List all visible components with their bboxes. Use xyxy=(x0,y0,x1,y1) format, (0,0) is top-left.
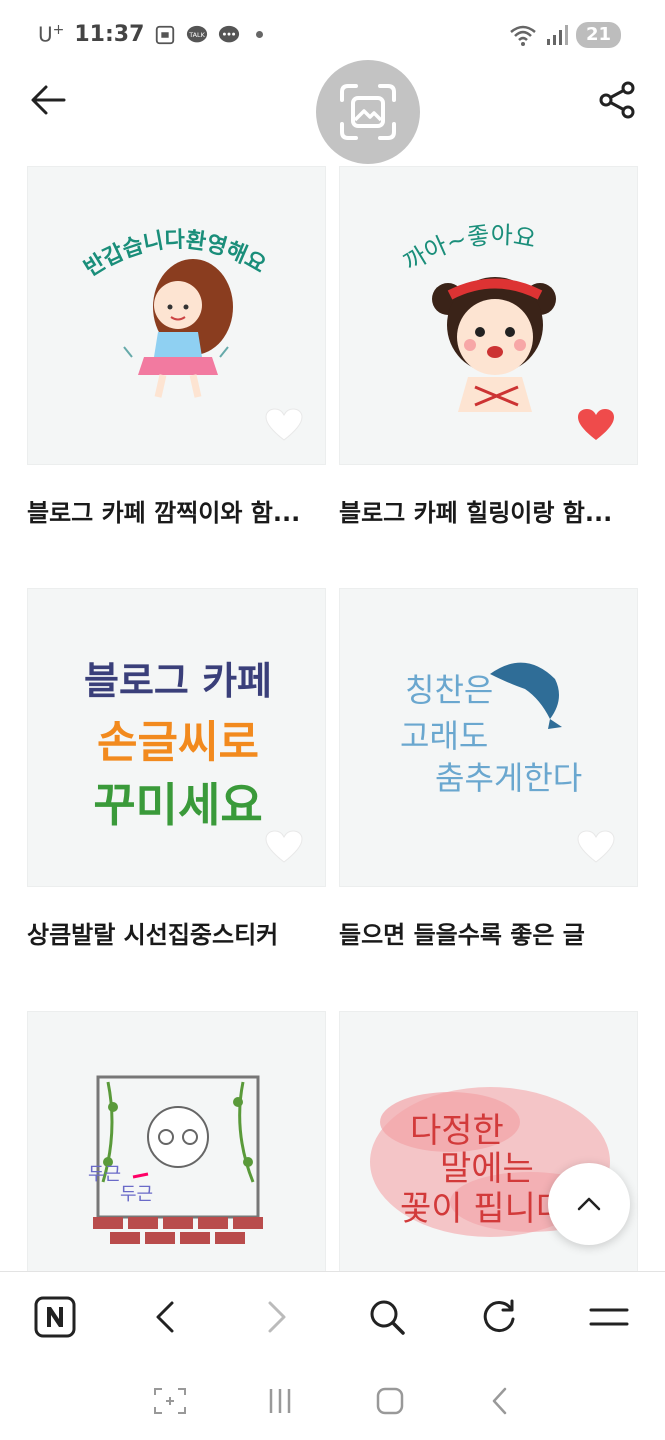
sticker-thumbnail[interactable]: 두근 두근 xyxy=(27,1011,326,1310)
browser-refresh-button[interactable] xyxy=(474,1292,524,1342)
header xyxy=(0,60,665,164)
svg-text:말에는: 말에는 xyxy=(440,1149,534,1189)
kakaotalk-icon: TALK xyxy=(187,25,208,42)
back-icon xyxy=(156,1301,174,1333)
sticker-card[interactable]: 까아~좋아요 블로그 카페 힐링이랑 함... xyxy=(339,166,638,528)
sticker-card[interactable]: 다정한 말에는 꽃이 핍니다 xyxy=(339,1011,638,1310)
sticker-thumbnail[interactable]: 반갑습니다환영해요 xyxy=(27,166,326,465)
system-back-icon xyxy=(492,1387,507,1415)
browser-back-button[interactable] xyxy=(140,1292,190,1342)
image-search-icon xyxy=(340,84,396,140)
share-icon xyxy=(599,81,635,119)
capture-icon xyxy=(154,1388,186,1414)
home-button[interactable] xyxy=(370,1383,410,1419)
sticker-title[interactable]: 상큼발랄 시선집중스티커 xyxy=(27,915,326,950)
heart-icon[interactable] xyxy=(265,408,303,442)
svg-text:꽃이 핍니다: 꽃이 핍니다 xyxy=(400,1189,567,1229)
heart-icon[interactable] xyxy=(577,830,615,864)
wifi-icon xyxy=(510,25,536,46)
image-search-button[interactable] xyxy=(316,60,420,164)
scroll-top-button[interactable] xyxy=(548,1163,630,1245)
svg-text:손글씨로: 손글씨로 xyxy=(97,717,259,768)
sticker-image: 두근 두근 xyxy=(88,1075,263,1244)
sticker-card[interactable]: 반갑습니다환영해요 블로그 카페 깜찍이와 함... xyxy=(27,166,326,528)
sticker-title[interactable]: 들으면 들을수록 좋은 글 xyxy=(339,915,638,950)
search-icon xyxy=(370,1300,405,1335)
svg-text:다정한: 다정한 xyxy=(410,1111,504,1151)
menu-icon xyxy=(589,1308,629,1326)
svg-text:꾸미세요: 꾸미세요 xyxy=(93,778,262,832)
browser-forward-button[interactable] xyxy=(252,1292,302,1342)
heart-icon[interactable] xyxy=(577,408,615,442)
svg-text:블로그 카페: 블로그 카페 xyxy=(84,659,272,703)
svg-text:두근: 두근 xyxy=(120,1184,153,1205)
sticker-thumbnail[interactable]: 까아~좋아요 xyxy=(339,166,638,465)
sticker-thumbnail[interactable]: 다정한 말에는 꽃이 핍니다 xyxy=(339,1011,638,1310)
sticker-card[interactable]: 블로그 카페 손글씨로 꾸미세요 상큼발랄 시선집중스티커 xyxy=(27,588,326,950)
recents-button[interactable] xyxy=(260,1383,300,1419)
svg-text:칭찬은: 칭찬은 xyxy=(405,671,493,709)
svg-text:춤추게한다: 춤추게한다 xyxy=(435,759,582,797)
naver-n-icon xyxy=(34,1296,76,1338)
refresh-icon xyxy=(483,1299,515,1333)
capture-button[interactable] xyxy=(150,1383,190,1419)
svg-text:두근: 두근 xyxy=(88,1164,121,1185)
sticker-card[interactable]: 칭찬은 고래도 춤추게한다 들으면 들을수록 좋은 글 xyxy=(339,588,638,950)
svg-text:TALK: TALK xyxy=(189,30,206,38)
chevron-up-icon xyxy=(577,1197,601,1211)
sticker-title[interactable]: 블로그 카페 힐링이랑 함... xyxy=(339,493,638,528)
signal-icon xyxy=(546,25,568,45)
notification-dot xyxy=(256,31,264,38)
sticker-image: 다정한 말에는 꽃이 핍니다 xyxy=(370,1087,610,1237)
home-icon xyxy=(376,1387,404,1415)
sticker-card[interactable]: 두근 두근 xyxy=(27,1011,326,1310)
clock: 11:37 xyxy=(74,22,145,47)
sticker-thumbnail[interactable]: 블로그 카페 손글씨로 꾸미세요 xyxy=(27,588,326,887)
back-arrow-icon xyxy=(31,85,66,115)
battery-indicator: 21 xyxy=(575,22,621,48)
forward-icon xyxy=(268,1301,286,1333)
svg-text:까아~좋아요: 까아~좋아요 xyxy=(399,221,539,277)
naver-home-button[interactable] xyxy=(30,1292,80,1342)
screen-capture-icon xyxy=(156,25,175,44)
sticker-thumbnail[interactable]: 칭찬은 고래도 춤추게한다 xyxy=(339,588,638,887)
svg-text:고래도: 고래도 xyxy=(400,717,488,755)
message-icon xyxy=(219,25,240,42)
system-navigation-bar xyxy=(0,1361,665,1440)
carrier-label: U+ xyxy=(38,22,65,47)
recents-icon xyxy=(269,1389,291,1413)
browser-search-button[interactable] xyxy=(362,1292,412,1342)
share-button[interactable] xyxy=(597,80,637,120)
heart-icon[interactable] xyxy=(265,830,303,864)
back-button[interactable] xyxy=(26,78,70,122)
system-back-button[interactable] xyxy=(480,1383,520,1419)
browser-toolbar xyxy=(0,1271,665,1361)
browser-menu-button[interactable] xyxy=(584,1292,634,1342)
sticker-title[interactable]: 블로그 카페 깜찍이와 함... xyxy=(27,493,326,528)
